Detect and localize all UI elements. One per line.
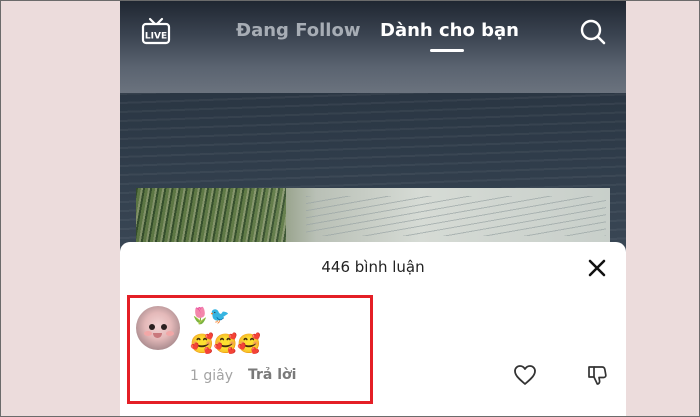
dislike-icon[interactable]	[586, 364, 608, 386]
active-tab-indicator	[430, 49, 464, 52]
svg-text:LIVE: LIVE	[145, 32, 167, 42]
video-grass	[136, 188, 286, 248]
tab-for-you[interactable]: Dành cho bạn	[380, 20, 519, 41]
highlight-annotation	[127, 295, 373, 404]
close-icon[interactable]	[586, 257, 608, 279]
live-icon[interactable]: LIVE	[141, 16, 171, 46]
search-icon[interactable]	[579, 18, 607, 46]
top-bar: LIVE Đang Follow Dành cho bạn	[120, 0, 626, 60]
video-shore	[136, 188, 610, 248]
tab-following[interactable]: Đang Follow	[236, 20, 360, 41]
video-waves	[306, 196, 606, 236]
heart-icon[interactable]	[513, 364, 537, 386]
comments-count-title: 446 bình luận	[321, 258, 425, 276]
